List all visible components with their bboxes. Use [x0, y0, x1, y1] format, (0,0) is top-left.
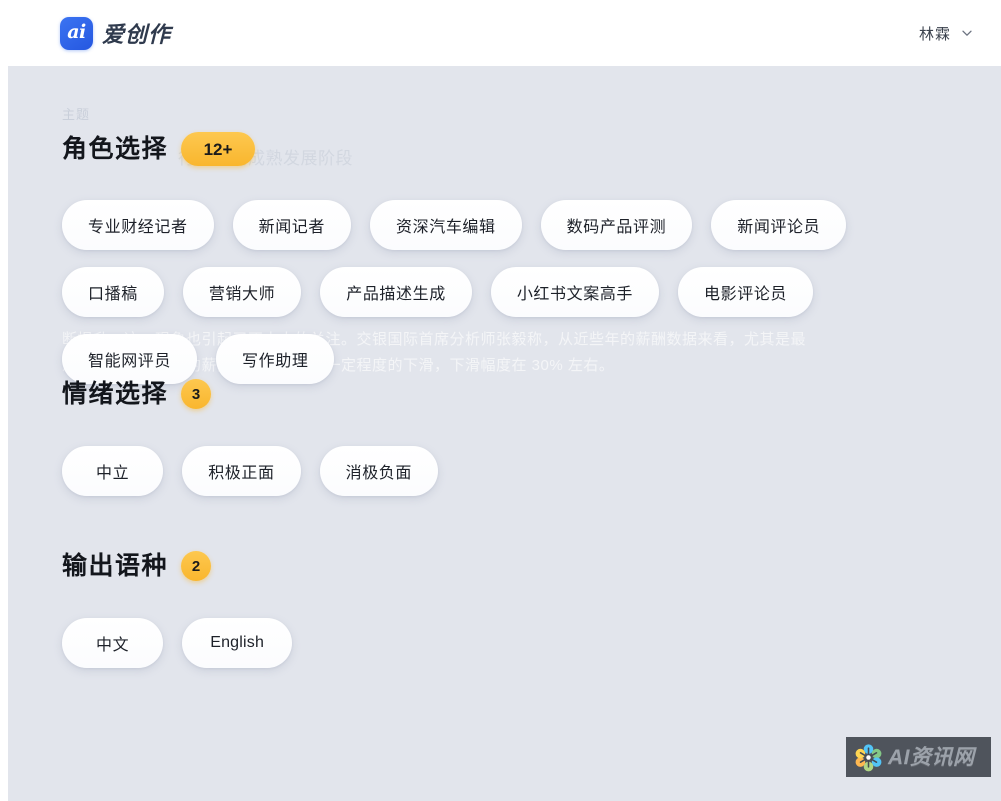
flower-petal-logo-icon: [854, 743, 883, 772]
section-header: 情绪选择 3: [62, 379, 962, 409]
section-count-badge: 3: [181, 379, 212, 409]
language-chip-group: 中文 English: [62, 618, 962, 668]
emotion-chip-group: 中立 积极正面 消极负面: [62, 446, 962, 496]
section-title: 输出语种: [62, 551, 169, 580]
chip-role-2[interactable]: 资深汽车编辑: [370, 200, 522, 250]
brand-name: 爱创作: [102, 22, 172, 47]
section-title: 情绪选择: [62, 379, 169, 408]
chip-role-8[interactable]: 小红书文案高手: [490, 267, 660, 317]
ghost-label-topic: 主题: [62, 107, 91, 122]
role-chip-group: 专业财经记者 新闻记者 资深汽车编辑 数码产品评测 新闻评论员 口播稿 营销大师…: [62, 200, 962, 384]
section-header: 输出语种 2: [62, 551, 962, 581]
section-count-badge: 12+: [181, 132, 256, 166]
brand-mark-icon: ai: [60, 16, 93, 50]
chip-role-1[interactable]: 新闻记者: [232, 200, 352, 250]
chip-role-11[interactable]: 写作助理: [216, 334, 335, 384]
brand-mark-text: ai: [67, 20, 86, 43]
user-menu[interactable]: 林霖: [915, 17, 977, 50]
chip-language-1[interactable]: English: [182, 618, 293, 668]
watermark-text: AI资讯网: [888, 745, 975, 769]
chip-role-10[interactable]: 智能网评员: [62, 334, 198, 384]
chevron-down-icon[interactable]: [961, 27, 973, 39]
chip-role-5[interactable]: 口播稿: [62, 267, 164, 317]
brand-logo[interactable]: ai 爱创作: [60, 16, 172, 50]
app-header: ai 爱创作 林霖: [0, 0, 1001, 66]
chip-emotion-0[interactable]: 中立: [62, 446, 164, 496]
section-role-selection: 角色选择 12+ 专业财经记者 新闻记者 资深汽车编辑 数码产品评测 新闻评论员…: [62, 132, 962, 384]
chip-emotion-2[interactable]: 消极负面: [319, 446, 439, 496]
section-emotion-selection: 情绪选择 3 中立 积极正面 消极负面: [62, 379, 962, 496]
chip-role-3[interactable]: 数码产品评测: [540, 200, 693, 250]
section-language-selection: 输出语种 2 中文 English: [62, 551, 962, 668]
section-header: 角色选择 12+: [62, 132, 962, 166]
chip-role-7[interactable]: 产品描述生成: [320, 267, 472, 317]
section-title: 角色选择: [62, 134, 169, 163]
chip-role-4[interactable]: 新闻评论员: [711, 200, 847, 250]
chip-emotion-1[interactable]: 积极正面: [182, 446, 301, 496]
chip-language-0[interactable]: 中文: [62, 618, 164, 668]
watermark: AI资讯网: [846, 737, 991, 777]
settings-panel: 主题 行业走向成熟发展阶段 断提升，这一现象也引起了不少人的关注。交银国际首席分…: [8, 66, 1001, 801]
chip-role-0[interactable]: 专业财经记者: [62, 200, 214, 250]
user-name: 林霖: [918, 25, 951, 43]
chip-role-6[interactable]: 营销大师: [182, 267, 302, 317]
chip-role-9[interactable]: 电影评论员: [678, 267, 814, 317]
section-count-badge: 2: [181, 551, 212, 581]
